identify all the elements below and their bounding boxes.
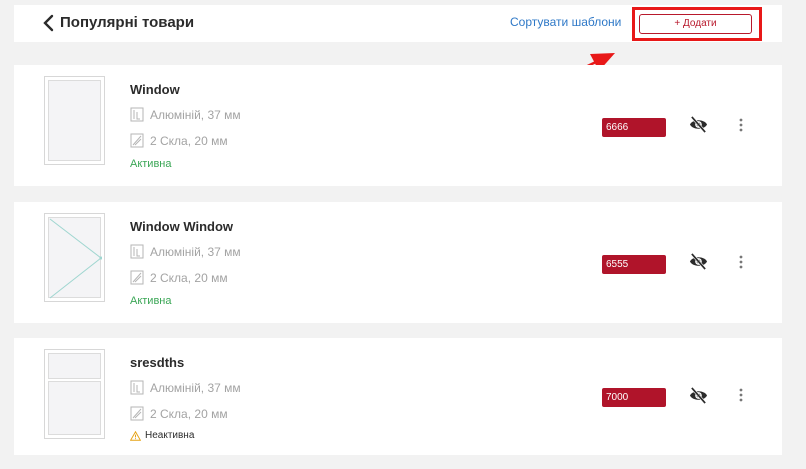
product-name: Window Window (130, 219, 234, 234)
status-badge: Неактивна (130, 430, 194, 441)
material-text: Алюміній, 37 мм (150, 244, 241, 259)
price-badge: 6555 (602, 255, 666, 274)
product-name: sresdths (130, 355, 185, 370)
status-badge: Активна (130, 158, 172, 170)
casement-opening-icon (49, 218, 102, 299)
glass-spec: 2 Скла, 20 мм (130, 133, 228, 148)
page-header: Популярні товари Сортувати шаблони + Дод… (14, 5, 782, 42)
more-options-icon[interactable] (737, 117, 745, 133)
product-card[interactable]: Window Window Алюміній, 37 мм 2 Скла, 20… (14, 202, 782, 323)
price-badge: 6666 (602, 118, 666, 137)
more-options-icon[interactable] (737, 254, 745, 270)
profile-icon (130, 380, 144, 395)
material-spec: Алюміній, 37 мм (130, 244, 241, 259)
material-spec: Алюміній, 37 мм (130, 107, 241, 122)
product-thumbnail (44, 213, 105, 302)
product-thumbnail (44, 349, 105, 439)
product-name: Window (130, 82, 180, 97)
status-text: Неактивна (145, 430, 195, 441)
eye-off-icon[interactable] (689, 115, 708, 134)
material-text: Алюміній, 37 мм (150, 380, 241, 395)
product-card[interactable]: sresdths Алюміній, 37 мм 2 Скла, 20 мм Н… (14, 338, 782, 455)
glass-spec: 2 Скла, 20 мм (130, 406, 228, 421)
status-badge: Активна (130, 295, 172, 307)
glass-text: 2 Скла, 20 мм (150, 270, 228, 285)
more-options-icon[interactable] (737, 387, 745, 403)
sort-templates-link[interactable]: Сортувати шаблони (510, 15, 621, 29)
glass-text: 2 Скла, 20 мм (150, 406, 228, 421)
product-card[interactable]: Window Алюміній, 37 мм 2 Скла, 20 мм Акт… (14, 65, 782, 186)
material-spec: Алюміній, 37 мм (130, 380, 241, 395)
glass-icon (130, 270, 144, 285)
profile-icon (130, 107, 144, 122)
glass-icon (130, 133, 144, 148)
product-thumbnail (44, 76, 105, 165)
glass-icon (130, 406, 144, 421)
material-text: Алюміній, 37 мм (150, 107, 241, 122)
warning-icon (130, 430, 141, 441)
highlight-box: + Додати (632, 7, 762, 41)
glass-text: 2 Скла, 20 мм (150, 133, 228, 148)
eye-off-icon[interactable] (689, 252, 708, 271)
eye-off-icon[interactable] (689, 386, 708, 405)
page-title: Популярні товари (60, 14, 195, 31)
add-button[interactable]: + Додати (639, 14, 752, 34)
price-badge: 7000 (602, 388, 666, 407)
profile-icon (130, 244, 144, 259)
glass-spec: 2 Скла, 20 мм (130, 270, 228, 285)
chevron-left-icon[interactable] (42, 13, 56, 33)
